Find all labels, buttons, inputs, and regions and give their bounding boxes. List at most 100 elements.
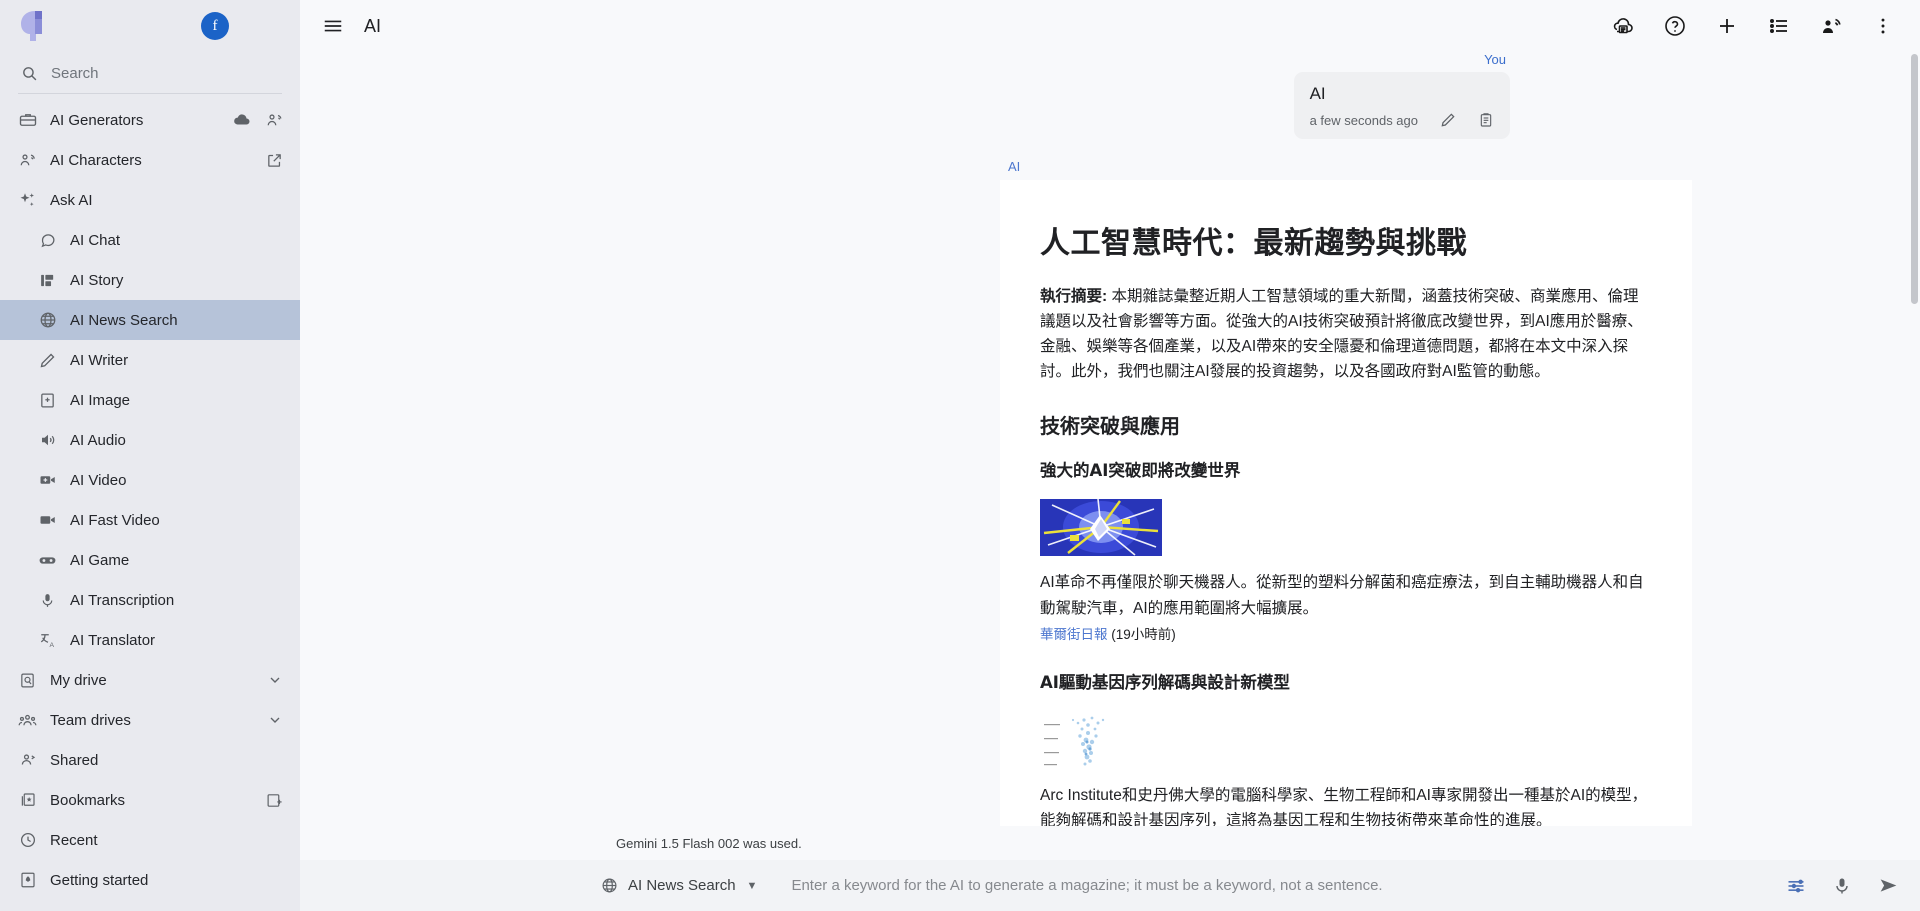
article-body: AI革命不再僅限於聊天機器人。從新型的塑料分解菌和癌症療法，到自主輔助機器人和自… <box>1040 574 1644 617</box>
send-button[interactable] <box>1874 872 1902 900</box>
add-bookmark-icon[interactable] <box>265 791 284 810</box>
sidebar-item-label: AI Writer <box>70 351 129 369</box>
user-message: You AI a few seconds ago <box>300 52 1920 139</box>
more-vertical-icon[interactable] <box>1870 13 1896 39</box>
sidebar-item-ai-video[interactable]: AI Video <box>0 460 300 500</box>
clipboard-icon[interactable] <box>1478 112 1494 128</box>
vertical-scrollbar[interactable] <box>1911 54 1918 304</box>
sidebar-nav: AI Generators AI Characters Ask AI AI Ch… <box>0 94 300 900</box>
sidebar-item-bookmarks[interactable]: Bookmarks <box>0 780 300 820</box>
ai-burst-thumbnail <box>1040 499 1162 557</box>
input-bar: AI News Search ▼ <box>300 860 1920 911</box>
external-link-icon[interactable] <box>265 151 284 170</box>
cloud-icon[interactable] <box>232 111 251 130</box>
sidebar-item-label: Bookmarks <box>50 791 126 809</box>
sidebar-item-ask-ai[interactable]: Ask AI <box>0 180 300 220</box>
article-source: 華爾街日報 (19小時前) <box>1040 623 1652 643</box>
message-author: You <box>1484 52 1506 67</box>
sidebar-item-label: Recent <box>50 831 98 849</box>
app-root: f Search AI Generators AI Characters Ask… <box>0 0 1920 911</box>
document-title: 人工智慧時代：最新趨勢與挑戰 <box>1040 226 1467 261</box>
message-bubble[interactable]: AI a few seconds ago <box>1293 72 1510 139</box>
voice-input-button[interactable] <box>1828 872 1856 900</box>
sidebar-item-ai-characters[interactable]: AI Characters <box>0 140 300 180</box>
sidebar-item-ai-generators[interactable]: AI Generators <box>0 100 300 140</box>
sidebar-item-team-drives[interactable]: Team drives <box>0 700 300 740</box>
sidebar-item-shared[interactable]: Shared <box>0 740 300 780</box>
sidebar-item-label: AI Transcription <box>70 591 175 609</box>
chat-bubble-icon <box>38 231 57 250</box>
sidebar-item-label: AI Video <box>70 471 127 489</box>
sidebar-item-label: AI Story <box>70 271 124 289</box>
model-footnote: Gemini 1.5 Flash 002 was used. <box>300 827 1920 860</box>
caret-down-icon[interactable]: ▼ <box>747 880 758 892</box>
article-heading: 強大的AI突破即將改變世界 <box>1040 461 1241 481</box>
sidebar-item-label: AI Chat <box>70 231 121 249</box>
conversation-scroll-area[interactable]: You AI a few seconds ago AI 人工智慧時代：最新趨勢與… <box>300 52 1920 827</box>
sidebar-item-label: My drive <box>50 671 107 689</box>
video-camera-icon <box>38 511 57 530</box>
speaker-icon <box>38 431 57 450</box>
person-broadcast-icon <box>18 151 37 170</box>
bookmark-star-icon <box>18 791 37 810</box>
message-timestamp: a few seconds ago <box>1309 112 1418 128</box>
sidebar: f Search AI Generators AI Characters Ask… <box>0 0 300 911</box>
sidebar-item-label: AI Fast Video <box>70 511 160 529</box>
sidebar-item-label: Team drives <box>50 711 131 729</box>
settings-sliders-button[interactable] <box>1782 872 1810 900</box>
article-heading: AI驅動基因序列解碼與設計新模型 <box>1040 672 1290 692</box>
summary-text: 本期雜誌彙整近期人工智慧領域的重大新聞，涵蓋技術突破、商業應用、倫理議題以及社會… <box>1040 288 1643 381</box>
sidebar-item-getting-started[interactable]: Getting started <box>0 860 300 900</box>
source-link[interactable]: 華爾街日報 <box>1040 627 1108 642</box>
sidebar-item-ai-audio[interactable]: AI Audio <box>0 420 300 460</box>
svg-text:A: A <box>49 642 54 649</box>
sidebar-item-label: Ask AI <box>50 191 93 209</box>
sidebar-item-recent[interactable]: Recent <box>0 820 300 860</box>
sidebar-item-label: AI Game <box>70 551 130 569</box>
mode-selector[interactable]: AI News Search ▼ <box>600 876 757 895</box>
top-bar: AI <box>300 0 1920 52</box>
rocket-book-icon <box>18 871 37 890</box>
search-icon <box>20 64 39 83</box>
list-icon[interactable] <box>1766 13 1792 39</box>
article-age: (19小時前) <box>1111 626 1176 642</box>
help-circle-icon[interactable] <box>1662 13 1688 39</box>
hamburger-menu-icon[interactable] <box>320 13 346 39</box>
people-broadcast-icon[interactable] <box>265 111 284 130</box>
sidebar-item-ai-game[interactable]: AI Game <box>0 540 300 580</box>
sidebar-item-ai-news-search[interactable]: AI News Search <box>0 300 300 340</box>
video-plus-icon <box>38 471 57 490</box>
sidebar-header: f <box>0 0 300 52</box>
pencil-icon[interactable] <box>1440 112 1456 128</box>
magazine-document[interactable]: 人工智慧時代：最新趨勢與挑戰 執行摘要: 本期雜誌彙整近期人工智慧領域的重大新聞… <box>1000 180 1692 826</box>
sidebar-item-ai-image[interactable]: AI Image <box>0 380 300 420</box>
sidebar-item-label: Getting started <box>50 871 149 889</box>
search-input[interactable]: Search <box>18 58 282 94</box>
globe-icon <box>600 876 619 895</box>
section-heading: 技術突破與應用 <box>1040 414 1180 439</box>
keyword-input[interactable] <box>757 876 1764 895</box>
sidebar-item-ai-story[interactable]: AI Story <box>0 260 300 300</box>
plus-icon[interactable] <box>1714 13 1740 39</box>
sidebar-item-ai-fast-video[interactable]: AI Fast Video <box>0 500 300 540</box>
executive-summary: 執行摘要: 本期雜誌彙整近期人工智慧領域的重大新聞，涵蓋技術突破、商業應用、倫理… <box>1040 284 1652 384</box>
sidebar-item-ai-translator[interactable]: A AI Translator <box>0 620 300 660</box>
sidebar-item-label: AI News Search <box>70 311 178 329</box>
person-broadcast-icon[interactable] <box>1818 13 1844 39</box>
sidebar-item-ai-writer[interactable]: AI Writer <box>0 340 300 380</box>
sidebar-item-label: AI Translator <box>70 631 156 649</box>
mode-label: AI News Search <box>628 877 736 894</box>
hard-drive-icon <box>18 671 37 690</box>
cloud-document-icon[interactable] <box>1610 13 1636 39</box>
message-meta: a few seconds ago <box>1310 112 1494 128</box>
translate-icon: A <box>38 631 57 650</box>
app-logo-icon[interactable] <box>18 10 48 42</box>
sidebar-item-my-drive[interactable]: My drive <box>0 660 300 700</box>
sidebar-item-ai-chat[interactable]: AI Chat <box>0 220 300 260</box>
globe-icon <box>38 311 57 330</box>
avatar[interactable]: f <box>201 12 229 40</box>
top-bar-actions <box>1610 13 1904 39</box>
chevron-down-icon[interactable] <box>265 671 284 690</box>
chevron-down-icon[interactable] <box>265 711 284 730</box>
sidebar-item-ai-transcription[interactable]: AI Transcription <box>0 580 300 620</box>
